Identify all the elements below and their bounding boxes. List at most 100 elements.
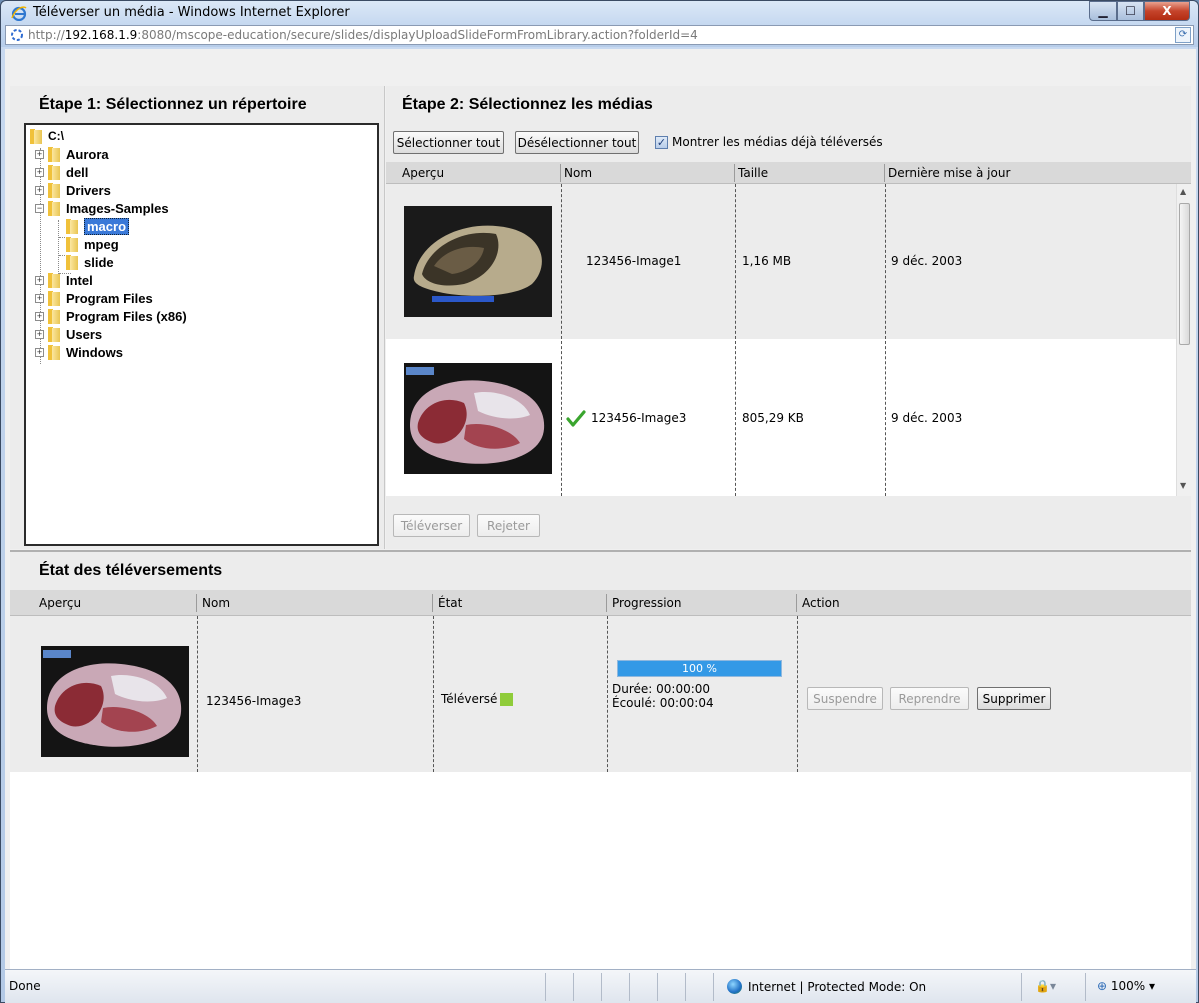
zone-label: Internet | Protected Mode: On <box>748 979 927 994</box>
media-date: 9 déc. 2003 <box>891 411 963 425</box>
expand-icon[interactable]: + <box>35 275 44 285</box>
expand-icon[interactable]: + <box>35 347 44 357</box>
close-button[interactable]: X <box>1144 1 1190 21</box>
scroll-thumb[interactable] <box>1179 203 1190 345</box>
upload-elapsed: Écoulé: 00:00:04 <box>612 696 714 710</box>
address-bar[interactable]: http://192.168.1.9:8080/mscope-education… <box>5 25 1194 45</box>
ie-status-bar: Done Internet | Protected Mode: On 🔒▾ ⊕ … <box>5 969 1196 1003</box>
chevron-down-icon: ▾ <box>1149 979 1156 993</box>
col-separator <box>432 594 433 612</box>
upload-button[interactable]: Téléverser <box>393 514 470 537</box>
tree-item-mpeg[interactable]: mpeg <box>66 235 119 253</box>
minimize-button[interactable]: ▁ <box>1089 1 1117 21</box>
tree-item-program-files[interactable]: + Program Files <box>35 289 153 307</box>
deselect-all-button[interactable]: Désélectionner tout <box>515 131 639 154</box>
expand-icon[interactable]: + <box>35 311 44 321</box>
folder-icon <box>48 164 60 180</box>
upload-row[interactable]: 123456-Image3 Téléversé 100 % Durée: 00:… <box>10 616 1191 772</box>
zoom-level: 100% <box>1110 979 1146 993</box>
status-separator <box>545 973 546 1001</box>
col-divider <box>607 616 608 772</box>
folder-icon <box>66 218 78 234</box>
col-preview[interactable]: Aperçu <box>39 596 81 610</box>
folder-icon <box>66 236 78 252</box>
title-bar: Téléverser un média - Windows Internet E… <box>1 1 1198 47</box>
expand-icon[interactable]: + <box>35 293 44 303</box>
col-preview[interactable]: Aperçu <box>402 166 444 180</box>
folder-icon <box>48 290 60 306</box>
tree-item-dell[interactable]: + dell <box>35 163 88 181</box>
media-date: 9 déc. 2003 <box>891 254 963 268</box>
tree-item-label: mpeg <box>84 236 119 252</box>
scroll-down-icon[interactable]: ▼ <box>1180 481 1186 490</box>
tree-item-program-files-x86[interactable]: + Program Files (x86) <box>35 307 187 325</box>
expand-icon[interactable]: + <box>35 329 44 339</box>
scroll-up-icon[interactable]: ▲ <box>1180 187 1186 196</box>
step2-panel: Étape 2: Sélectionnez les médias Sélecti… <box>386 86 1191 549</box>
tree-item-windows[interactable]: + Windows <box>35 343 123 361</box>
col-last-update[interactable]: Dernière mise à jour <box>888 166 1010 180</box>
tree-item-label: dell <box>66 164 89 180</box>
tree-item-users[interactable]: + Users <box>35 325 102 343</box>
col-separator <box>606 594 607 612</box>
expand-icon[interactable]: + <box>35 149 44 159</box>
suspend-button[interactable]: Suspendre <box>807 687 883 710</box>
security-zone[interactable]: Internet | Protected Mode: On <box>727 979 926 994</box>
col-divider <box>735 184 736 339</box>
folder-icon <box>30 128 42 144</box>
upload-timing: Durée: 00:00:00 Écoulé: 00:00:04 <box>612 682 714 710</box>
col-state[interactable]: État <box>438 596 462 610</box>
tree-item-aurora[interactable]: + Aurora <box>35 145 109 163</box>
zoom-control[interactable]: ⊕ 100% ▾ <box>1097 979 1155 993</box>
tree-item-images-samples[interactable]: − Images-Samples <box>35 199 169 217</box>
col-divider <box>797 616 798 772</box>
upload-status-section: État des téléversements Aperçu Nom État … <box>10 550 1191 986</box>
col-name[interactable]: Nom <box>564 166 592 180</box>
media-row[interactable]: 123456-Image1 1,16 MB 9 déc. 2003 <box>386 184 1176 339</box>
media-row[interactable]: 123456-Image3 805,29 KB 9 déc. 2003 <box>386 341 1176 496</box>
url-host: 192.168.1.9 <box>64 28 138 42</box>
upload-thumbnail <box>41 646 189 757</box>
tree-item-slide[interactable]: slide <box>66 253 114 271</box>
folder-tree[interactable]: C:\ + Aurora + dell + Drivers − Images-S… <box>24 123 379 546</box>
tree-item-intel[interactable]: + Intel <box>35 271 93 289</box>
col-name[interactable]: Nom <box>202 596 230 610</box>
col-size[interactable]: Taille <box>738 166 768 180</box>
specimen-image-3 <box>41 646 189 757</box>
media-scrollbar[interactable]: ▲ ▼ <box>1176 184 1191 496</box>
status-complete-icon <box>500 693 514 706</box>
url-text[interactable]: http://192.168.1.9:8080/mscope-education… <box>28 28 698 42</box>
reject-button[interactable]: Rejeter <box>477 514 540 537</box>
upload-state: Téléversé <box>441 692 514 706</box>
tree-item-label: Intel <box>66 272 93 288</box>
folder-icon <box>66 254 78 270</box>
folder-open-icon <box>48 200 60 216</box>
tree-root-label: C:\ <box>48 129 64 143</box>
expand-icon[interactable]: + <box>35 185 44 195</box>
collapse-icon[interactable]: − <box>35 203 44 213</box>
col-divider <box>885 341 886 496</box>
folder-icon <box>48 272 60 288</box>
tree-item-drivers[interactable]: + Drivers <box>35 181 111 199</box>
window-controls: ▁ ☐ X <box>1089 1 1190 23</box>
tree-item-macro[interactable]: macro <box>66 217 130 235</box>
expand-icon[interactable]: + <box>35 167 44 177</box>
status-text: Done <box>9 979 41 993</box>
url-prefix: http:// <box>28 28 65 42</box>
col-divider <box>735 341 736 496</box>
folder-icon <box>48 308 60 324</box>
select-all-button[interactable]: Sélectionner tout <box>393 131 504 154</box>
compatibility-view-icon[interactable]: ⟳ <box>1175 27 1191 43</box>
delete-button[interactable]: Supprimer <box>977 687 1051 710</box>
protected-mode-icon[interactable]: 🔒▾ <box>1035 979 1056 993</box>
col-action[interactable]: Action <box>802 596 840 610</box>
media-thumbnail <box>404 363 552 474</box>
col-progress[interactable]: Progression <box>612 596 682 610</box>
tree-root[interactable]: C:\ <box>30 127 64 145</box>
show-uploaded-checkbox[interactable]: ✓ <box>655 136 668 149</box>
status-separator <box>1085 973 1086 1001</box>
maximize-button[interactable]: ☐ <box>1117 1 1144 21</box>
resume-button[interactable]: Reprendre <box>890 687 969 710</box>
media-list[interactable]: 123456-Image1 1,16 MB 9 déc. 2003 123456… <box>386 184 1176 496</box>
uploaded-check-icon <box>566 410 586 427</box>
